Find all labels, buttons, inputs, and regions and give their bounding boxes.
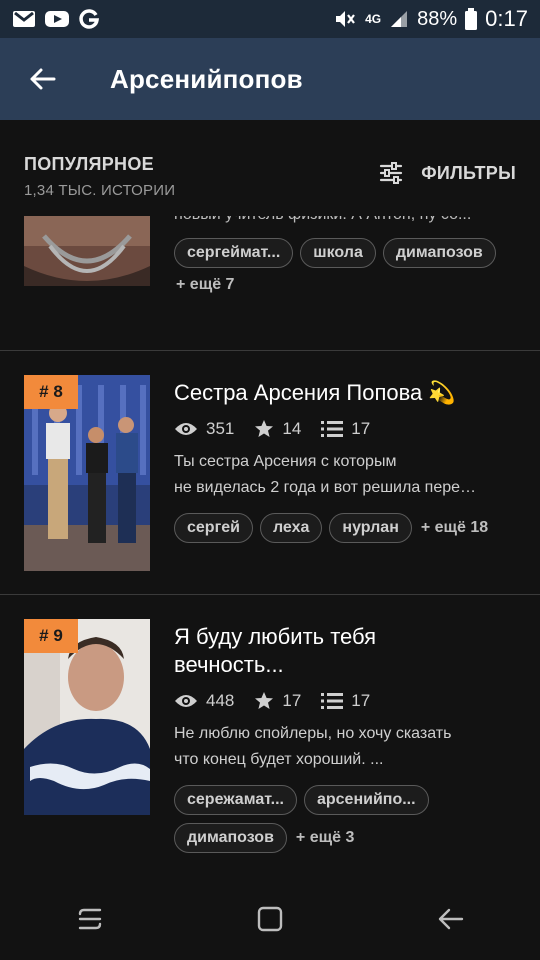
- page-title: Арсенийпопов: [110, 63, 303, 94]
- stories-count: 1,34 ТЫС. ИСТОРИИ: [24, 182, 176, 199]
- description-line: не виделась 2 года и вот решила пере…: [174, 479, 477, 496]
- google-icon: [78, 8, 100, 30]
- story-title-line: вечность...: [174, 652, 284, 677]
- tag-chip[interactable]: димапозов: [382, 238, 496, 268]
- story-card[interactable]: новый учитель физики. А Антон, ну со... …: [0, 216, 540, 351]
- home-button[interactable]: [230, 889, 310, 949]
- eye-icon: [175, 695, 197, 707]
- sparkles-emoji: 💫: [428, 380, 456, 405]
- story-title-line: Я буду любить тебя: [174, 624, 377, 649]
- tag-chip[interactable]: нурлан: [329, 513, 412, 543]
- more-tags-link[interactable]: + ещё 3: [296, 829, 354, 847]
- tag-chip[interactable]: школа: [300, 238, 376, 268]
- network-type: 4G: [365, 12, 382, 26]
- status-bar: 4G 88% 0:17: [0, 0, 540, 38]
- story-stats: 448 17 17: [174, 691, 522, 711]
- story-title[interactable]: Я буду любить тебя вечность...: [174, 623, 522, 679]
- gmail-icon: [12, 9, 36, 29]
- signal-icon: [389, 9, 409, 29]
- star-icon: [255, 692, 274, 709]
- tag-chip[interactable]: леха: [259, 513, 323, 543]
- youtube-icon: [44, 9, 70, 29]
- stars-count: 17: [282, 691, 302, 710]
- list-icon: [321, 421, 344, 437]
- recent-apps-icon: [78, 908, 102, 930]
- chapters-count: 17: [351, 419, 371, 438]
- rank-badge: # 9: [24, 619, 78, 653]
- tag-list: сергеймат... школа димапозов + ещё 7: [174, 238, 522, 294]
- views-count: 351: [206, 419, 235, 438]
- description-line: Ты сестра Арсения с которым: [174, 453, 397, 470]
- star-icon: [255, 420, 274, 437]
- rank-badge: # 8: [24, 375, 78, 409]
- mute-icon: [333, 8, 357, 30]
- story-list[interactable]: новый учитель физики. А Антон, ну со... …: [0, 216, 540, 878]
- story-description: Ты сестра Арсения с которым не виделась …: [174, 449, 522, 501]
- notification-icons: [12, 8, 100, 30]
- tag-chip[interactable]: сергеймат...: [174, 238, 294, 268]
- filter-sliders-icon: [380, 162, 403, 184]
- back-arrow-icon: [438, 908, 464, 930]
- section-title: ПОПУЛЯРНОЕ: [24, 154, 154, 174]
- story-description: новый учитель физики. А Антон, ну со...: [174, 216, 522, 228]
- system-back-button[interactable]: [410, 889, 490, 949]
- home-square-icon: [257, 906, 283, 932]
- story-card[interactable]: # 9 Я буду любить тебя вечность... 448 1…: [0, 595, 540, 878]
- story-description: Не люблю спойлеры, но хочу сказать что к…: [174, 721, 522, 773]
- views-count: 448: [206, 691, 235, 710]
- tag-list: сергей леха нурлан + ещё 18: [174, 513, 522, 543]
- filters-button[interactable]: ФИЛЬТРЫ: [379, 162, 516, 184]
- story-cover-image: [24, 216, 150, 286]
- more-tags-link[interactable]: + ещё 7: [176, 276, 234, 294]
- recent-apps-button[interactable]: [50, 889, 130, 949]
- chapters-count: 17: [351, 691, 371, 710]
- eye-icon: [175, 423, 197, 435]
- system-navigation-bar: [0, 878, 540, 960]
- tag-list: сережамат... арсенийпо... димапозов + ещ…: [174, 785, 522, 853]
- filters-label: ФИЛЬТРЫ: [421, 162, 516, 183]
- section-header: ПОПУЛЯРНОЕ 1,34 ТЫС. ИСТОРИИ ФИЛЬТРЫ: [0, 120, 540, 216]
- tag-chip[interactable]: арсенийпо...: [303, 785, 429, 815]
- description-line: что конец будет хороший. ...: [174, 751, 384, 768]
- app-bar: Арсенийпопов: [0, 38, 540, 120]
- arrow-left-icon: [30, 68, 56, 90]
- tag-chip[interactable]: сергей: [174, 513, 253, 543]
- battery-percent: 88%: [417, 7, 458, 30]
- list-icon: [321, 693, 344, 709]
- story-card[interactable]: # 8 Сестра Арсения Попова 💫 351 14 17 Ты…: [0, 351, 540, 595]
- story-stats: 351 14 17: [174, 419, 522, 439]
- battery-icon: [465, 8, 478, 30]
- description-line: Не люблю спойлеры, но хочу сказать: [174, 725, 452, 742]
- tag-chip[interactable]: сережамат...: [174, 785, 297, 815]
- tag-chip[interactable]: димапозов: [174, 823, 287, 853]
- back-button[interactable]: [2, 38, 82, 120]
- stars-count: 14: [282, 419, 302, 438]
- story-title-text: Сестра Арсения Попова: [174, 380, 423, 405]
- story-cover-image: # 8: [24, 375, 150, 571]
- story-title[interactable]: Сестра Арсения Попова 💫: [174, 379, 522, 407]
- clock: 0:17: [485, 6, 528, 31]
- story-cover-image: # 9: [24, 619, 150, 815]
- more-tags-link[interactable]: + ещё 18: [421, 519, 488, 537]
